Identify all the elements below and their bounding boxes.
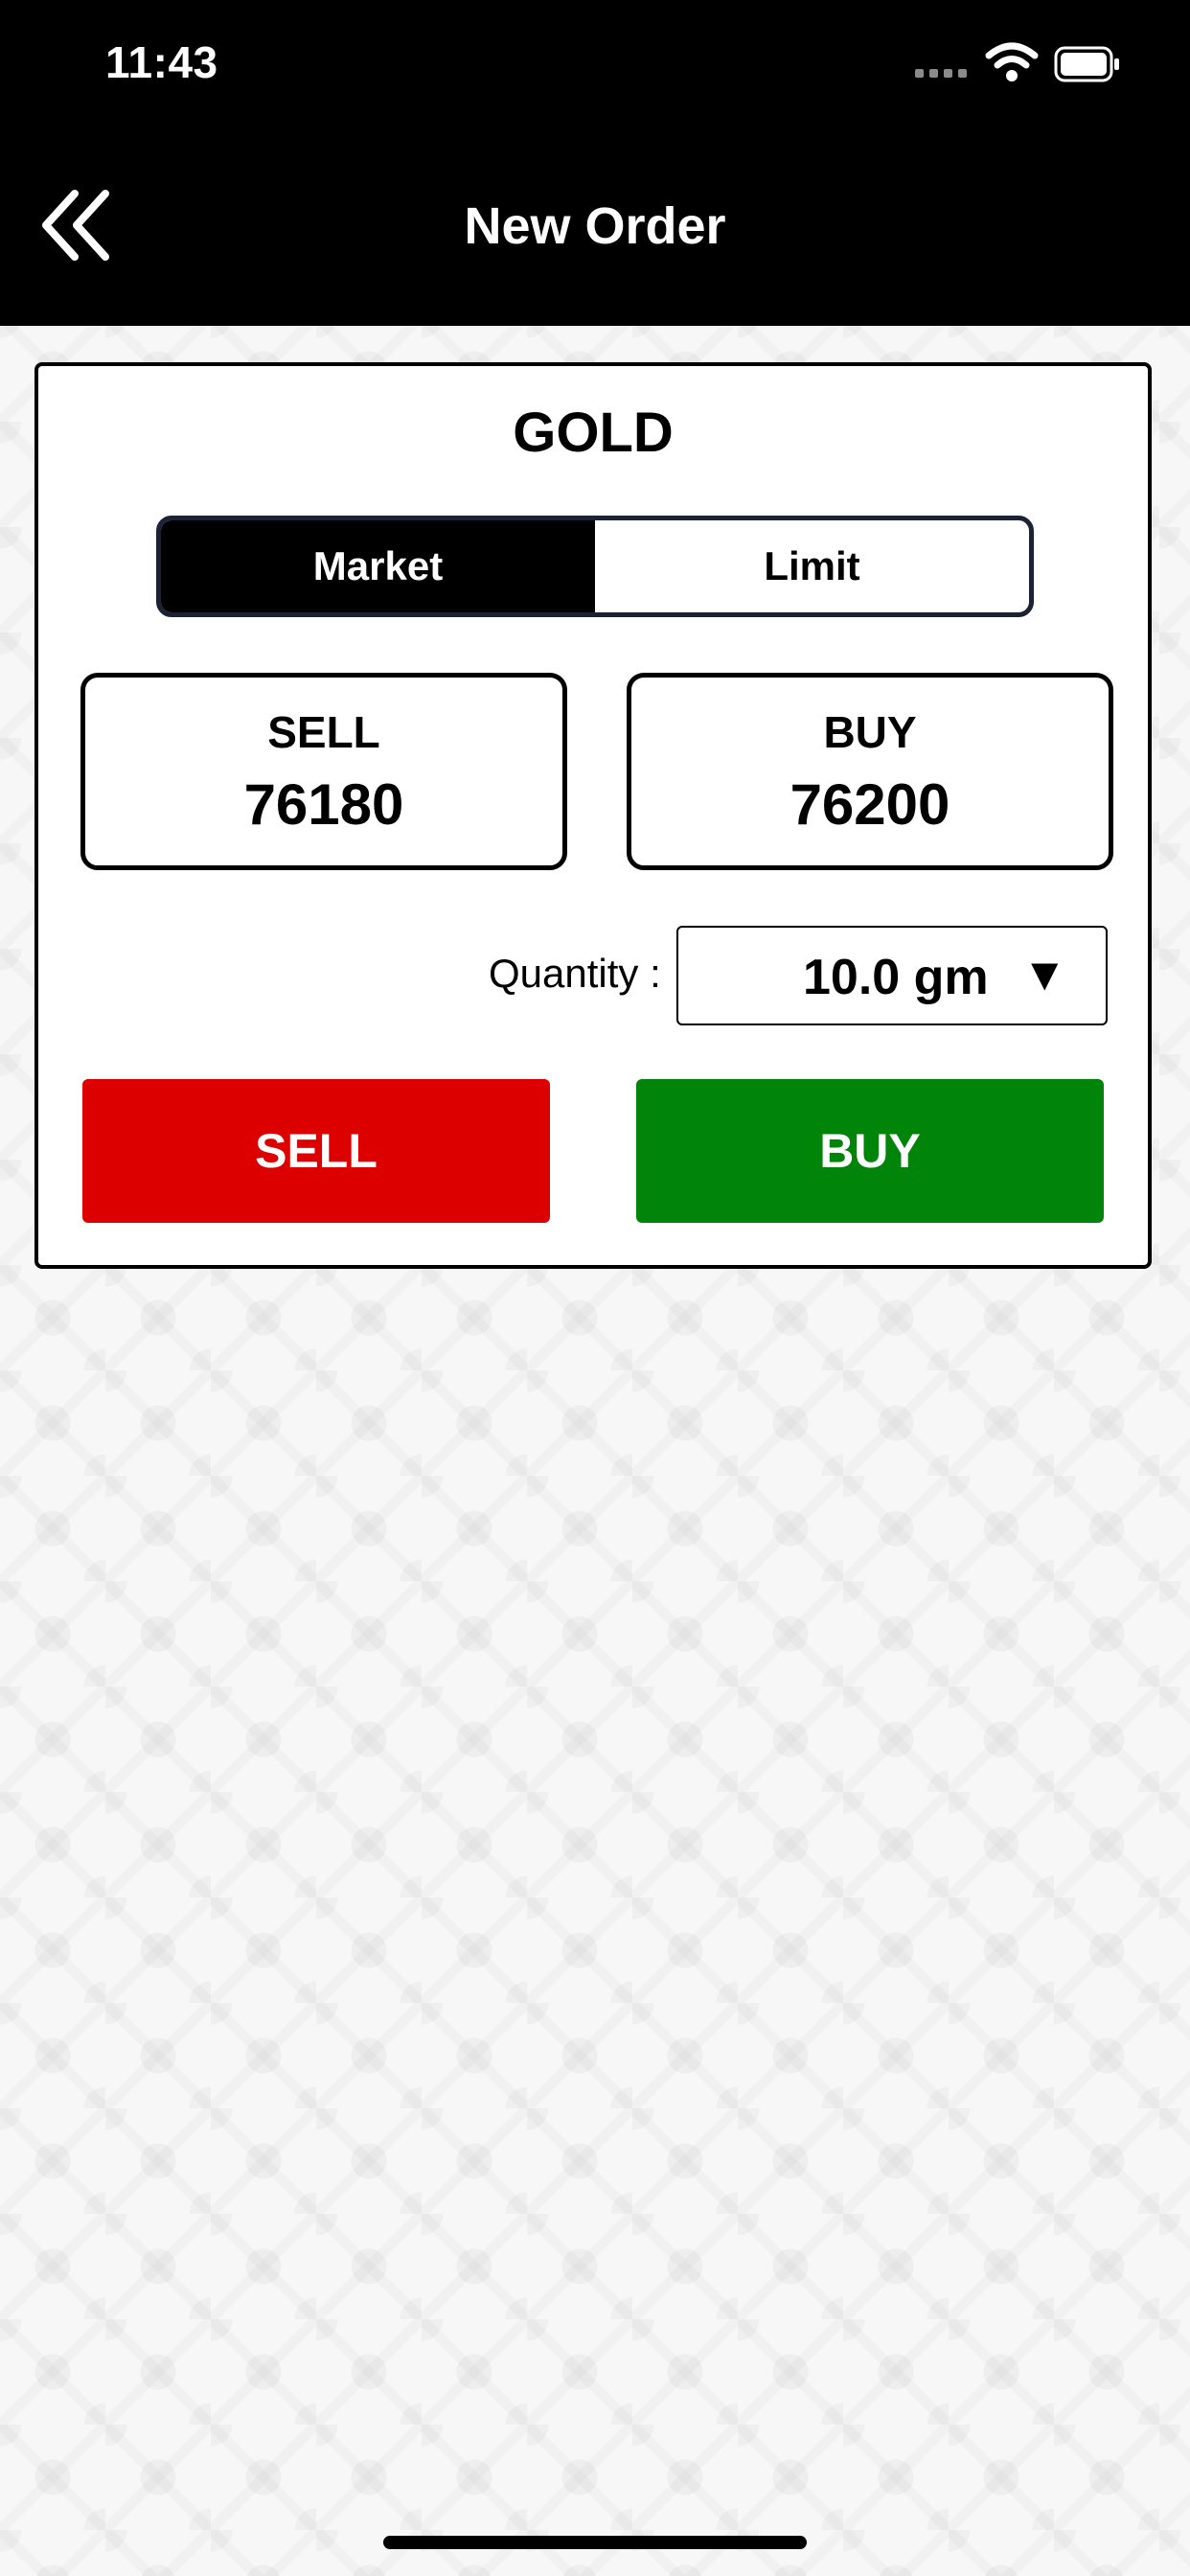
cellular-signal-icon	[915, 69, 967, 78]
quantity-dropdown[interactable]: 10.0 gm ▼	[676, 926, 1108, 1025]
buy-price-box: BUY 76200	[627, 673, 1113, 870]
wifi-icon	[985, 42, 1039, 81]
buy-button[interactable]: BUY	[636, 1079, 1104, 1223]
battery-icon	[1054, 46, 1119, 82]
tab-limit[interactable]: Limit	[595, 520, 1029, 612]
order-card: GOLD Market Limit SELL 76180 BUY 76200 Q…	[34, 362, 1152, 1269]
quantity-label: Quantity :	[489, 951, 661, 996]
sell-price-value: 76180	[243, 772, 404, 837]
product-name: GOLD	[513, 402, 674, 464]
dropdown-caret-icon: ▼	[1021, 950, 1067, 1000]
quantity-value: 10.0 gm	[803, 950, 989, 1005]
sell-price-label: SELL	[267, 707, 380, 757]
sell-button[interactable]: SELL	[82, 1079, 550, 1223]
top-bar: 11:43 New Order	[0, 0, 1190, 326]
sell-price-box: SELL 76180	[80, 673, 567, 870]
order-type-segmented-control: Market Limit	[156, 516, 1034, 617]
status-time: 11:43	[105, 37, 218, 87]
buy-price-value: 76200	[790, 772, 950, 837]
home-indicator	[383, 2536, 807, 2549]
buy-price-label: BUY	[823, 707, 917, 757]
tab-market[interactable]: Market	[161, 520, 595, 612]
page-title: New Order	[464, 197, 726, 255]
